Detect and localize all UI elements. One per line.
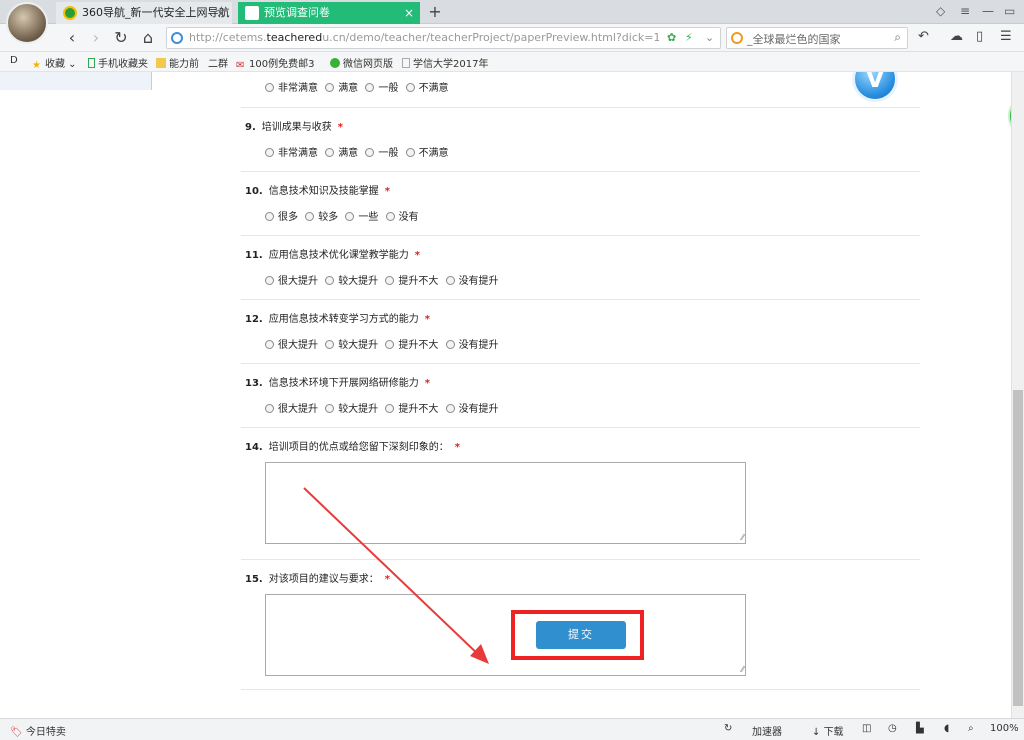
home-button[interactable]: ⌂ bbox=[138, 28, 158, 48]
security-icon[interactable]: ✿ bbox=[667, 31, 676, 44]
maximize-icon[interactable]: ▭ bbox=[1004, 4, 1015, 18]
zoom-level[interactable]: 100% bbox=[990, 723, 1019, 734]
scrollbar[interactable] bbox=[1011, 72, 1024, 718]
bookmark-toggle[interactable]: D bbox=[10, 55, 18, 66]
forward-button[interactable]: › bbox=[86, 28, 106, 48]
back-button[interactable]: ‹ bbox=[62, 28, 82, 48]
clock-icon[interactable]: ◷ bbox=[888, 723, 897, 734]
chevron-down-icon[interactable]: ⌄ bbox=[705, 31, 714, 44]
bookmark-mobile[interactable]: 手机收藏夹 bbox=[88, 55, 148, 70]
tab-bar: 360导航_新一代安全上网导航 × 预览调查问卷 × + ◇ ≡ — ▭ bbox=[0, 0, 1024, 44]
tab-survey-preview[interactable]: 预览调查问卷 × bbox=[238, 2, 420, 24]
search-input[interactable]: _全球最烂色的国家 bbox=[747, 31, 841, 47]
refresh-icon[interactable]: ↻ bbox=[724, 723, 732, 734]
bookmark-mail[interactable]: ✉ 100例免费邮3 bbox=[236, 55, 314, 71]
phone-icon[interactable]: ▯ bbox=[976, 29, 983, 44]
bookmark-wechat[interactable]: 微信网页版 bbox=[330, 55, 393, 70]
navigation-bar: ‹ › ↻ ⌂ http://cetems.teacheredu.cn/demo… bbox=[0, 24, 1024, 52]
reload-button[interactable]: ↻ bbox=[111, 28, 131, 48]
page-content[interactable]: V 70 非常满意 满意 一般 不满意 9.培训成果与收获* 非常满意 满意 一… bbox=[0, 72, 1011, 718]
search-icon[interactable]: ⌕ bbox=[894, 30, 901, 45]
url-text[interactable]: http://cetems.teacheredu.cn/demo/teacher… bbox=[189, 31, 659, 44]
undo-icon[interactable]: ↶ bbox=[918, 29, 929, 44]
layout-icon[interactable]: ▙ bbox=[916, 723, 924, 734]
tab-label: 预览调查问卷 bbox=[264, 6, 330, 19]
download[interactable]: ↓ 下载 bbox=[812, 723, 844, 738]
window-icon[interactable]: ◫ bbox=[862, 723, 871, 734]
annotation-arrow bbox=[303, 487, 489, 664]
status-bar: 🏷 今日特卖 ↻ 加速器 ↓ 下载 ◫ ◷ ▙ ◖ ⌕ 100% bbox=[0, 718, 1024, 740]
highlight-box bbox=[511, 610, 644, 660]
360-icon bbox=[63, 6, 77, 20]
speaker-icon[interactable]: ◖ bbox=[944, 723, 949, 734]
daily-deals[interactable]: 🏷 今日特卖 bbox=[10, 723, 66, 738]
scrollbar-thumb[interactable] bbox=[1013, 390, 1023, 706]
address-bar[interactable]: http://cetems.teacheredu.cn/demo/teacher… bbox=[166, 27, 721, 49]
bookmarks-bar: D ★ 收藏 ⌄ 手机收藏夹 能力前 二群 ✉ 100例免费邮3 微信网页版 学信大… bbox=[0, 52, 1024, 72]
zoom-icon[interactable]: ⌕ bbox=[968, 723, 974, 734]
menu-icon[interactable]: ☰ bbox=[1000, 29, 1012, 44]
bookmark-doc[interactable]: 学信大学2017年 bbox=[402, 55, 488, 70]
new-tab-button[interactable]: + bbox=[426, 2, 444, 22]
cloud-icon[interactable]: ☁ bbox=[950, 29, 963, 44]
search-box[interactable]: _全球最烂色的国家 ⌕ bbox=[726, 27, 908, 49]
minimize-icon[interactable]: — bbox=[982, 4, 994, 18]
skin-icon[interactable]: ◇ bbox=[936, 4, 945, 18]
bookmark-folder[interactable]: 能力前 bbox=[156, 55, 199, 70]
bookmark-group[interactable]: 二群 bbox=[208, 55, 228, 70]
lightning-icon[interactable]: ⚡ bbox=[685, 31, 693, 44]
user-avatar[interactable] bbox=[6, 2, 48, 44]
tab-360-navigation[interactable]: 360导航_新一代安全上网导航 × bbox=[56, 2, 232, 24]
close-icon[interactable]: × bbox=[404, 2, 414, 24]
close-icon[interactable]: × bbox=[216, 2, 226, 24]
search-engine-icon bbox=[731, 32, 743, 44]
accelerator[interactable]: 加速器 bbox=[752, 723, 782, 738]
bookmark-favorites[interactable]: ★ 收藏 ⌄ bbox=[32, 55, 77, 71]
page-icon bbox=[245, 6, 259, 20]
globe-icon bbox=[171, 32, 183, 44]
tab-label: 360导航_新一代安全上网导航 bbox=[82, 6, 230, 19]
menu-icon[interactable]: ≡ bbox=[960, 4, 970, 18]
